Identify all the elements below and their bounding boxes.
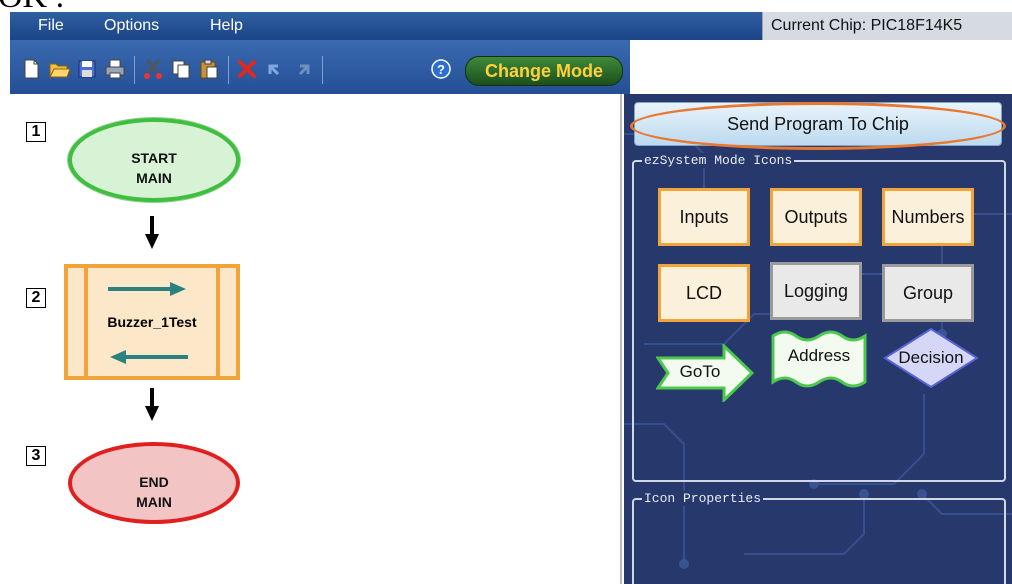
new-file-icon[interactable] (20, 58, 42, 80)
print-icon[interactable] (104, 58, 126, 80)
save-icon[interactable] (76, 58, 98, 80)
toolbar: ? Change Mode (10, 40, 630, 94)
node-number: 2 (26, 288, 46, 308)
menu-bar: File Options Help Current Chip: PIC18F14… (10, 12, 1012, 40)
undo-icon[interactable] (264, 58, 286, 80)
end-node[interactable]: END MAIN (68, 442, 240, 524)
address-button[interactable]: Address (770, 328, 868, 390)
redo-icon[interactable] (292, 58, 314, 80)
logging-button[interactable]: Logging (770, 262, 862, 320)
properties-group-title: Icon Properties (642, 491, 764, 506)
icons-group-title: ezSystem Mode Icons (642, 153, 795, 168)
help-icon[interactable]: ? (430, 58, 452, 80)
group-button[interactable]: Group (882, 264, 974, 322)
address-label: Address (787, 346, 851, 365)
ezsystem-icons-group: ezSystem Mode Icons Inputs Outputs Numbe… (632, 153, 1006, 482)
decision-label: Decision (898, 348, 964, 367)
end-node-sublabel: MAIN (136, 494, 172, 510)
flow-arrow (145, 388, 159, 421)
lcd-button[interactable]: LCD (658, 264, 750, 322)
send-program-button[interactable]: Send Program To Chip (634, 102, 1002, 146)
goto-button[interactable]: GoTo (656, 344, 754, 402)
decision-button[interactable]: Decision (882, 326, 980, 390)
goto-label: GoTo (679, 362, 721, 381)
menu-options[interactable]: Options (104, 17, 159, 35)
change-mode-button[interactable]: Change Mode (465, 56, 623, 86)
paste-icon[interactable] (198, 58, 220, 80)
flowchart-canvas[interactable]: 1 START MAIN 2 Buzzer_1Test 3 END MAIN (10, 94, 622, 584)
menu-help[interactable]: Help (210, 17, 243, 35)
open-folder-icon[interactable] (48, 58, 70, 80)
left-arrow-icon (110, 350, 188, 364)
delete-icon[interactable] (236, 58, 258, 80)
top-cropped-text: OK . (0, 0, 1012, 12)
current-chip-label: Current Chip: PIC18F14K5 (762, 12, 1012, 40)
icon-properties-group: Icon Properties (632, 491, 1006, 584)
cut-icon[interactable] (142, 58, 164, 80)
outputs-button[interactable]: Outputs (770, 188, 862, 246)
numbers-button[interactable]: Numbers (882, 188, 974, 246)
node-number: 1 (26, 122, 46, 142)
app-window: File Options Help Current Chip: PIC18F14… (10, 12, 1012, 584)
svg-text:?: ? (437, 62, 445, 77)
right-arrow-icon (108, 282, 186, 296)
start-node-label: START (131, 150, 177, 166)
macro-node-label: Buzzer_1Test (107, 314, 197, 330)
macro-node[interactable]: Buzzer_1Test (64, 264, 240, 380)
menu-file[interactable]: File (38, 17, 64, 35)
inputs-button[interactable]: Inputs (658, 188, 750, 246)
node-number: 3 (26, 446, 46, 466)
start-node[interactable]: START MAIN (68, 118, 240, 202)
icon-panel: Send Program To Chip ezSystem Mode Icons… (624, 94, 1012, 584)
start-node-sublabel: MAIN (136, 170, 172, 186)
copy-icon[interactable] (170, 58, 192, 80)
end-node-label: END (139, 474, 169, 490)
flow-arrow (145, 216, 159, 249)
